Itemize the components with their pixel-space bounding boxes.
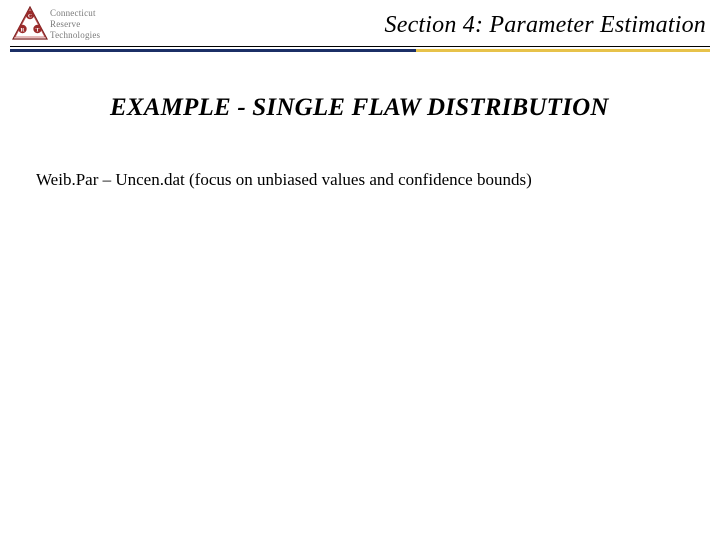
section-title: Section 4: Parameter Estimation — [385, 12, 706, 39]
slide: C R T Connecticut Reserve Technologies S… — [0, 0, 720, 540]
content-body: Weib.Par – Uncen.dat (focus on unbiased … — [36, 170, 720, 190]
slide-header: C R T Connecticut Reserve Technologies S… — [0, 0, 720, 54]
header-rule-bar-navy — [10, 49, 416, 52]
slide-content: EXAMPLE - SINGLE FLAW DISTRIBUTION Weib.… — [0, 54, 720, 190]
svg-text:T: T — [36, 28, 40, 34]
company-logo: C R T Connecticut Reserve Technologies — [12, 6, 122, 42]
logo-text-line2: Reserve — [50, 19, 100, 30]
header-rule — [10, 46, 710, 52]
svg-text:C: C — [28, 14, 32, 20]
header-rule-bar — [10, 49, 710, 52]
header-rule-bar-gold — [416, 49, 710, 52]
content-heading: EXAMPLE - SINGLE FLAW DISTRIBUTION — [110, 94, 720, 122]
logo-text: Connecticut Reserve Technologies — [50, 8, 100, 41]
header-rule-line — [10, 46, 710, 47]
logo-text-line1: Connecticut — [50, 8, 100, 19]
logo-text-line3: Technologies — [50, 30, 100, 41]
logo-mark-icon: C R T — [12, 6, 48, 40]
